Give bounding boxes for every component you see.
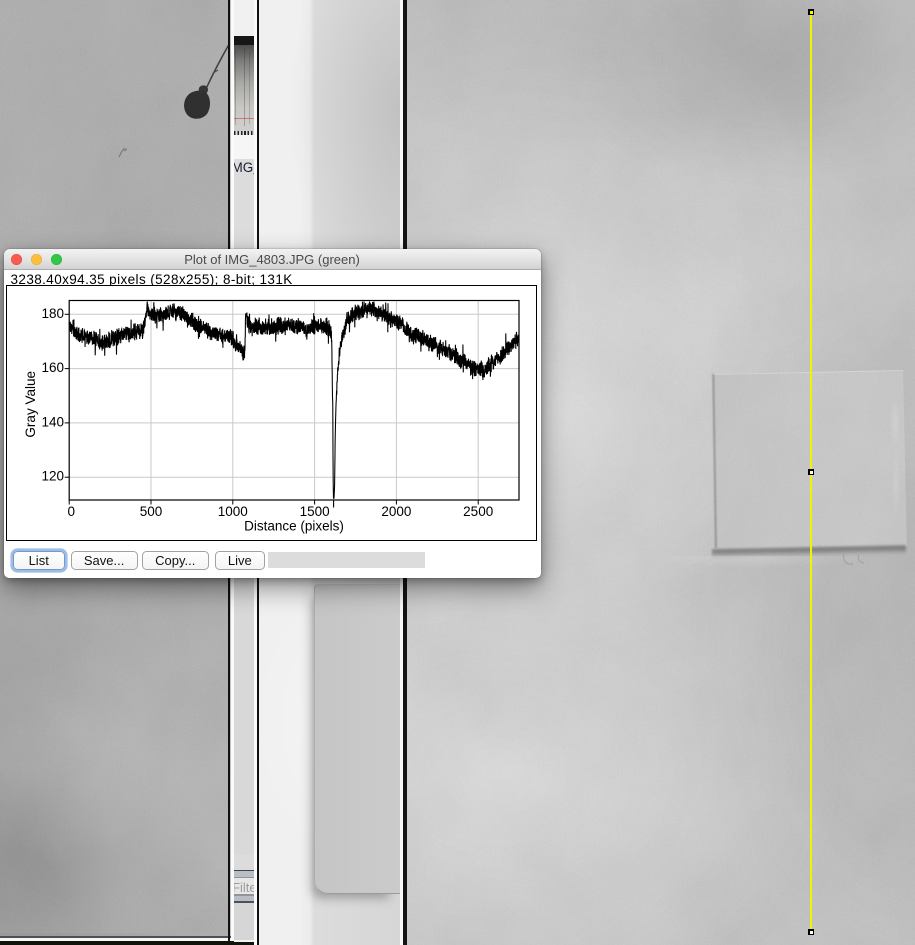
svg-text:140: 140 xyxy=(41,414,64,429)
svg-text:2000: 2000 xyxy=(381,504,411,519)
svg-text:500: 500 xyxy=(139,504,162,519)
svg-text:120: 120 xyxy=(41,469,64,484)
svg-text:1500: 1500 xyxy=(299,504,329,519)
svg-text:160: 160 xyxy=(41,360,64,375)
svg-text:Gray Value: Gray Value xyxy=(23,371,38,438)
svg-text:1000: 1000 xyxy=(217,504,247,519)
svg-text:0: 0 xyxy=(67,504,75,519)
svg-text:Distance (pixels): Distance (pixels) xyxy=(244,519,344,534)
svg-text:180: 180 xyxy=(41,306,64,321)
svg-text:2500: 2500 xyxy=(463,504,493,519)
